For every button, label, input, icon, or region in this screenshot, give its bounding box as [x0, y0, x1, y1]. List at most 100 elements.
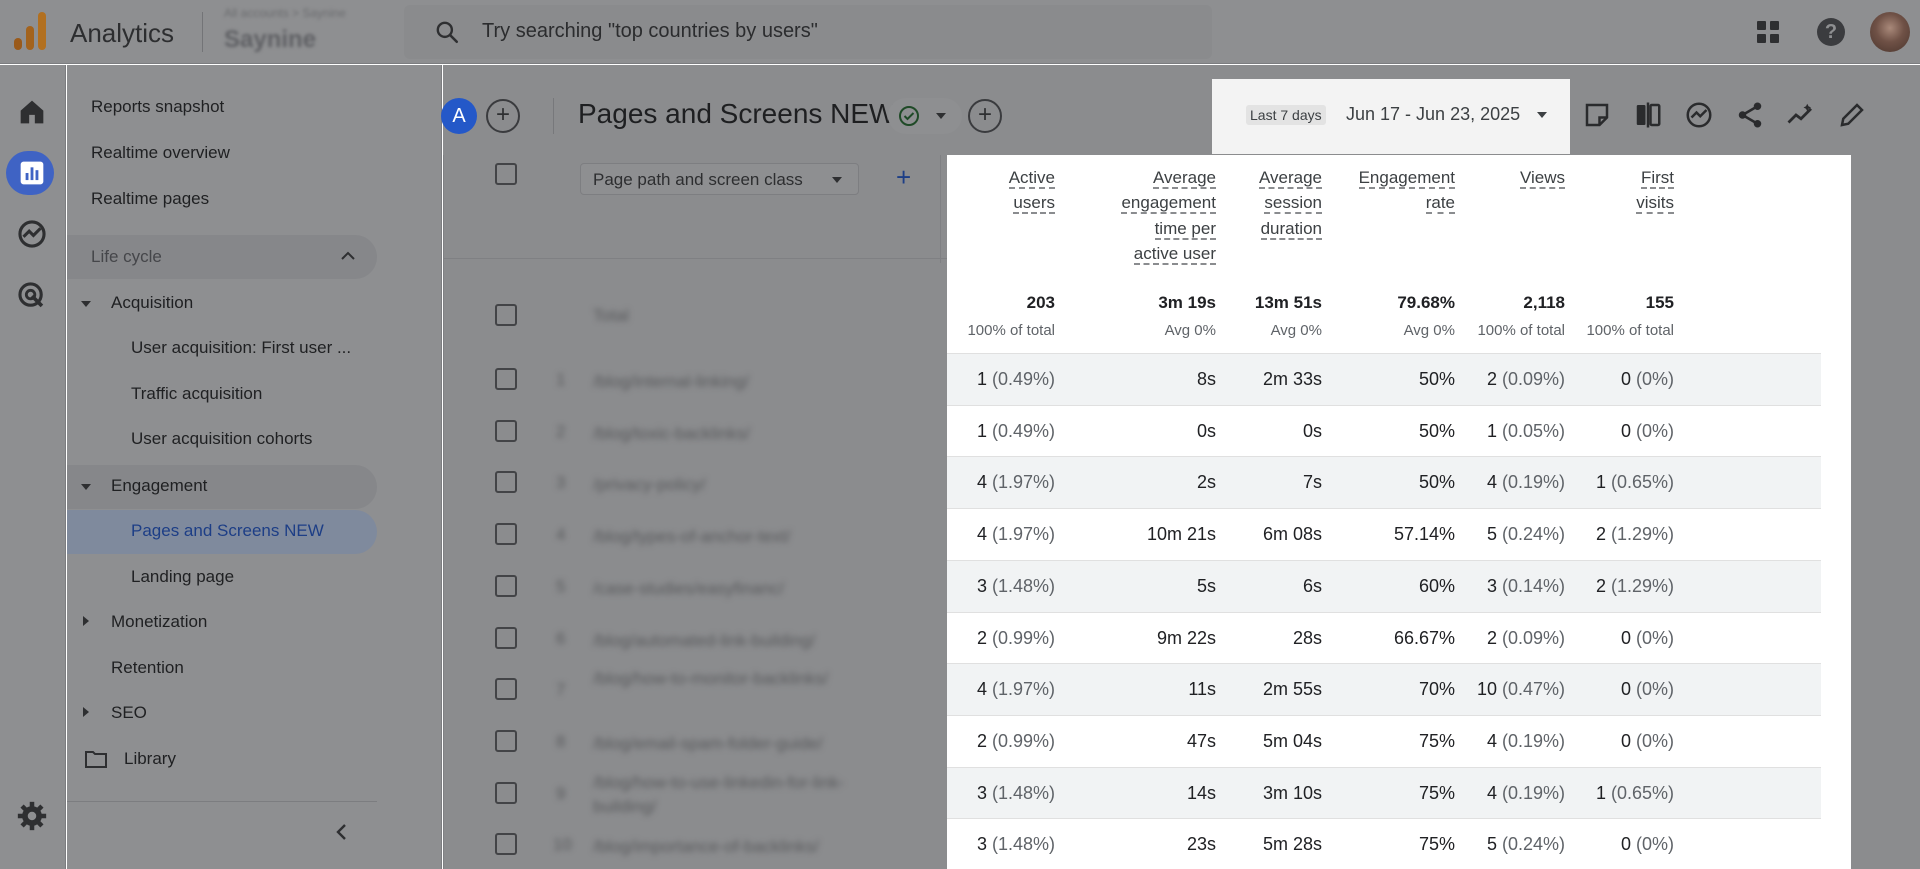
row-page-path[interactable]: /blog/how-to-use-linkedin-for-link-build…	[593, 771, 893, 819]
table-cell: 3 (1.48%)	[915, 576, 1055, 597]
insights-icon[interactable]	[1684, 100, 1714, 130]
row-checkbox[interactable]	[495, 781, 517, 804]
nav-seo[interactable]: SEO	[111, 703, 147, 723]
status-dropdown[interactable]	[888, 98, 962, 134]
edit-pencil-icon[interactable]	[1837, 100, 1867, 130]
share-icon[interactable]	[1735, 100, 1765, 130]
add-icon[interactable]: +	[968, 99, 1002, 133]
nav-user-acquisition-cohorts[interactable]: User acquisition cohorts	[131, 429, 312, 449]
nav-monetization[interactable]: Monetization	[111, 612, 207, 632]
table-cell: 1 (0.65%)	[1534, 783, 1674, 804]
explore-icon[interactable]	[15, 217, 49, 251]
column-header[interactable]: First visits	[1514, 165, 1674, 216]
cell-value: 2	[976, 730, 987, 751]
cell-value: 2	[1595, 524, 1606, 545]
nav-realtime-overview[interactable]: Realtime overview	[91, 143, 230, 163]
nav-library[interactable]: Library	[124, 749, 176, 769]
property-selector[interactable]: Saynine	[224, 26, 316, 54]
cell-value: 3	[976, 575, 987, 596]
row-page-path[interactable]: /blog/internal-linking/	[593, 370, 749, 394]
row-page-path[interactable]: /blog/types-of-anchor-text/	[593, 525, 790, 549]
row-checkbox[interactable]	[495, 368, 517, 390]
column-header[interactable]: Active users	[895, 165, 1055, 216]
row-checkbox[interactable]	[495, 419, 517, 442]
caret-right-icon[interactable]	[83, 707, 89, 717]
row-page-path[interactable]: /blog/how-to-monitor-backlinks/	[593, 667, 828, 691]
search-bar[interactable]: Try searching "top countries by users"	[404, 5, 1212, 59]
row-page-path[interactable]: /blog/automated-link-building/	[593, 629, 815, 653]
customize-report-icon[interactable]	[1582, 100, 1612, 130]
search-input[interactable]: Try searching "top countries by users"	[482, 20, 818, 43]
apps-grid-icon[interactable]	[1756, 20, 1780, 44]
nav-traffic-acquisition[interactable]: Traffic acquisition	[131, 384, 262, 404]
table-row[interactable]: 3 (1.48%) 14s 3m 10s 75% 4 (0.19%) 1 (0.65%)	[947, 766, 1821, 819]
table-row[interactable]: 4 (1.97%) 11s 2m 55s 70% 10 (0.47%) 0 (0%)	[947, 663, 1821, 716]
cell-value: 2m 33s	[1262, 369, 1322, 389]
table-row[interactable]: 3 (1.48%) 23s 5m 28s 75% 5 (0.24%) 0 (0%)	[947, 818, 1821, 869]
compare-icon[interactable]	[1633, 100, 1663, 130]
advertising-icon[interactable]	[15, 279, 49, 313]
comparison-avatar[interactable]: A	[441, 98, 477, 134]
cell-value: 10	[1476, 679, 1497, 700]
table-cell: 6m 08s	[1182, 524, 1322, 545]
row-checkbox[interactable]	[495, 729, 517, 752]
nav-landing-page[interactable]: Landing page	[131, 567, 234, 587]
cell-value: 2	[976, 627, 987, 648]
nav-pages-and-screens[interactable]: Pages and Screens NEW	[131, 521, 324, 541]
nav-acquisition[interactable]: Acquisition	[111, 293, 193, 313]
dimension-selector[interactable]: Page path and screen class	[580, 163, 859, 195]
row-checkbox[interactable]	[495, 678, 517, 701]
home-icon[interactable]	[15, 95, 49, 129]
row-checkbox[interactable]	[495, 523, 517, 546]
row-checkbox[interactable]	[495, 471, 517, 494]
table-row[interactable]: 2 (0.99%) 9m 22s 28s 66.67% 2 (0.09%) 0 (0%)	[947, 611, 1821, 664]
nav-user-acquisition[interactable]: User acquisition: First user ...	[131, 338, 351, 358]
table-row[interactable]: 2 (0.99%) 47s 5m 04s 75% 4 (0.19%) 0 (0%)	[947, 714, 1821, 767]
table-row[interactable]: 1 (0.49%) 0s 0s 50% 1 (0.05%) 0 (0%)	[947, 404, 1821, 457]
row-page-path[interactable]: /case-studies/easyfinanc/	[593, 577, 784, 601]
collapse-chevron-icon[interactable]	[335, 823, 347, 841]
row-page-path[interactable]: /blog/importance-of-backlinks/	[593, 835, 819, 859]
row-page-path[interactable]: /blog/toxic-backlinks/	[593, 422, 750, 446]
cell-value: 2	[1486, 369, 1497, 389]
table-row[interactable]: 3 (1.48%) 5s 6s 60% 3 (0.14%) 2 (1.29%)	[947, 559, 1821, 612]
life-cycle-label: Life cycle	[91, 247, 162, 266]
row-checkbox[interactable]	[495, 833, 517, 856]
select-all-checkbox[interactable]	[495, 163, 517, 185]
row-checkbox[interactable]	[495, 574, 517, 597]
row-page-path[interactable]: /privacy-policy/	[593, 473, 705, 497]
table-cell: 0 (0%)	[1534, 679, 1674, 700]
caret-down-icon[interactable]	[81, 301, 91, 307]
row-checkbox[interactable]	[495, 626, 517, 649]
row-page-path[interactable]: /blog/email-spam-folder-guide/	[593, 732, 823, 756]
table-cell: 2m 55s	[1182, 679, 1322, 700]
account-breadcrumb[interactable]: All accounts > Saynine	[224, 6, 346, 20]
table-row[interactable]: 4 (1.97%) 10m 21s 6m 08s 57.14% 5 (0.24%) 2 (…	[947, 508, 1821, 560]
table-cell: 2m 33s	[1182, 369, 1322, 390]
nav-reports-snapshot[interactable]: Reports snapshot	[91, 97, 224, 117]
total-value: 155	[1645, 293, 1674, 312]
total-subtext: Avg 0%	[1270, 322, 1322, 339]
chevron-up-icon[interactable]	[341, 251, 355, 261]
trend-sparkle-icon[interactable]	[1786, 100, 1816, 130]
caret-right-icon[interactable]	[83, 616, 89, 626]
caret-down-icon[interactable]	[81, 484, 91, 490]
nav-engagement[interactable]: Engagement	[111, 476, 207, 496]
table-cell: 28s	[1182, 628, 1322, 649]
table-row[interactable]: 4 (1.97%) 2s 7s 50% 4 (0.19%) 1 (0.65%)	[947, 456, 1821, 509]
reports-icon[interactable]	[15, 156, 49, 190]
add-comparison-icon[interactable]: +	[486, 99, 520, 133]
total-row-checkbox[interactable]	[495, 304, 517, 326]
nav-realtime-pages[interactable]: Realtime pages	[91, 189, 209, 209]
user-avatar[interactable]	[1870, 12, 1910, 52]
date-range-picker[interactable]: Last 7 days Jun 17 - Jun 23, 2025	[1212, 79, 1570, 154]
help-icon[interactable]: ?	[1817, 18, 1845, 46]
settings-icon[interactable]	[15, 799, 49, 833]
cell-value: 0	[1620, 679, 1631, 700]
table-row[interactable]: 1 (0.49%) 8s 2m 33s 50% 2 (0.09%) 0 (0%)	[947, 353, 1821, 405]
cell-value: 2m 55s	[1262, 679, 1322, 700]
divider	[443, 155, 444, 869]
cell-value: 4	[1486, 730, 1497, 751]
nav-retention[interactable]: Retention	[111, 658, 184, 678]
analytics-logo[interactable]	[14, 12, 48, 50]
